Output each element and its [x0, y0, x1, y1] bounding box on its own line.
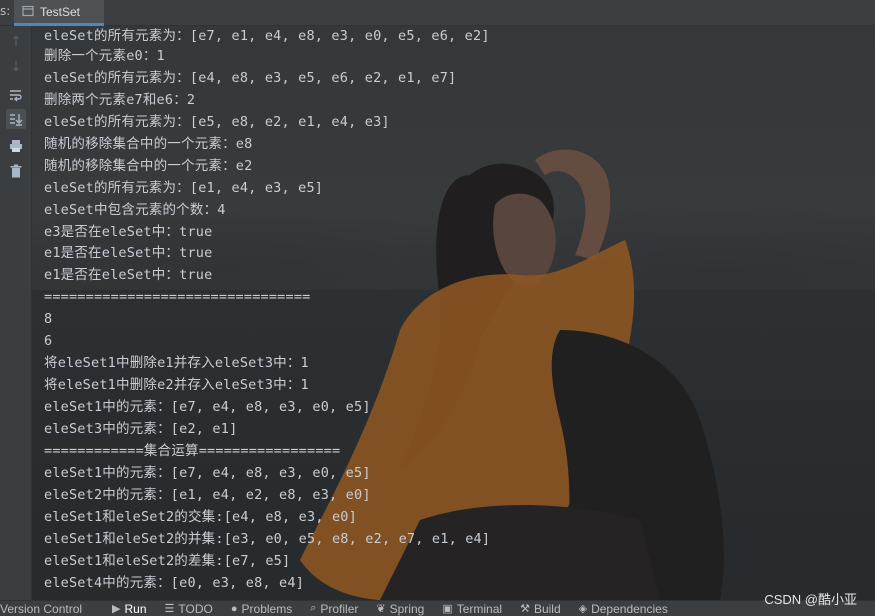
console-line: e3是否在eleSet中：true — [44, 223, 213, 240]
console-line: eleSet的所有元素为：[e4, e8, e3, e5, e6, e2, e1… — [44, 69, 457, 86]
console-line: 删除两个元素e7和e6：2 — [44, 91, 196, 108]
version-control-label: Version Control — [0, 601, 83, 616]
problems-label: Problems — [241, 601, 293, 616]
dependencies-icon: ◈ — [578, 603, 588, 615]
terminal-label: Terminal — [456, 601, 503, 616]
console-line: eleSet1中的元素：[e7, e4, e8, e3, e0, e5] — [44, 399, 371, 415]
tab-prefix: s: — [0, 4, 11, 18]
build-label: Build — [533, 601, 561, 616]
run-tab-bar: s: TestSet — [0, 0, 875, 26]
console-line: 随机的移除集合中的一个元素：e2 — [44, 157, 253, 174]
tool-window-bar: Version Control ▶ Run ☰ TODO ● Problems … — [0, 600, 875, 616]
console-line: eleSet的所有元素为：[e7, e1, e4, e8, e3, e0, e5… — [44, 28, 490, 44]
down-arrow-icon[interactable]: ↓ — [6, 57, 26, 77]
console-line: eleSet中包含元素的个数：4 — [44, 201, 226, 218]
problems-button[interactable]: ● Problems — [231, 601, 292, 616]
console-line: 6 — [44, 333, 53, 350]
spring-leaf-icon: ❦ — [376, 603, 386, 615]
run-button[interactable]: ▶ Run — [112, 601, 146, 616]
console-line: ============集合运算================= — [44, 442, 341, 459]
console-line: 将eleSet1中删除e2并存入eleSet3中：1 — [44, 377, 309, 394]
spring-button[interactable]: ❦ Spring — [376, 601, 424, 616]
console-line: eleSet1中的元素：[e7, e4, e8, e3, e0, e5] — [44, 464, 371, 481]
profiler-button[interactable]: ⌕ Profiler — [310, 601, 358, 616]
tab-title: TestSet — [40, 4, 81, 19]
console-line: eleSet3中的元素：[e2, e1] — [44, 420, 238, 437]
console-line: 8 — [44, 311, 53, 328]
todo-label: TODO — [178, 601, 213, 616]
console-line: eleSet4中的元素：[e0, e3, e8, e4] — [44, 574, 305, 591]
console-line: eleSet1和eleSet2的差集:[e7, e5] — [44, 552, 291, 569]
console-line: 删除一个元素e0：1 — [44, 48, 165, 64]
dependencies-button[interactable]: ◈ Dependencies — [579, 601, 668, 616]
build-button[interactable]: ⚒ Build — [520, 601, 561, 616]
problems-icon: ● — [230, 602, 238, 615]
profiler-label: Profiler — [320, 601, 359, 616]
soft-wrap-icon[interactable] — [6, 85, 26, 105]
console-line: 将eleSet1中删除e1并存入eleSet3中：1 — [44, 355, 309, 372]
tab-testset[interactable]: TestSet — [14, 0, 104, 26]
up-arrow-icon[interactable]: ↑ — [6, 32, 26, 52]
console-line: ================================ — [44, 289, 311, 306]
csdn-watermark: CSDN @酷小亚 — [764, 592, 857, 607]
profiler-icon: ⌕ — [310, 602, 317, 614]
console-line: 随机的移除集合中的一个元素：e8 — [44, 135, 253, 152]
scroll-to-end-icon[interactable] — [6, 109, 26, 129]
console-line: eleSet的所有元素为：[e5, e8, e2, e1, e4, e3] — [44, 113, 390, 130]
console-output[interactable]: eleSet的所有元素为：[e7, e1, e4, e8, e3, e0, e5… — [44, 26, 864, 594]
print-icon[interactable] — [6, 136, 26, 156]
list-icon: ☰ — [164, 603, 175, 615]
hammer-icon: ⚒ — [520, 603, 530, 615]
console-toolbar: ↑ ↓ — [0, 26, 32, 600]
terminal-button[interactable]: ▣ Terminal — [442, 601, 502, 616]
dependencies-label: Dependencies — [591, 601, 668, 616]
version-control-button[interactable]: Version Control — [0, 601, 82, 616]
terminal-icon: ▣ — [442, 603, 453, 615]
todo-button[interactable]: ☰ TODO — [165, 601, 213, 616]
console-line: eleSet1和eleSet2的并集:[e3, e0, e5, e8, e2, … — [44, 530, 491, 547]
console-line: eleSet2中的元素：[e1, e4, e2, e8, e3, e0] — [44, 486, 371, 503]
play-icon: ▶ — [112, 603, 121, 615]
console-line: eleSet的所有元素为：[e1, e4, e3, e5] — [44, 179, 324, 196]
run-label: Run — [124, 601, 147, 616]
console-line: e1是否在eleSet中：true — [44, 267, 213, 284]
console-line: eleSet1和eleSet2的交集:[e4, e8, e3, e0] — [44, 508, 357, 525]
spring-label: Spring — [389, 601, 425, 616]
trash-icon[interactable] — [6, 161, 26, 181]
console-tab-icon — [22, 2, 34, 21]
console-line: e1是否在eleSet中：true — [44, 245, 213, 262]
